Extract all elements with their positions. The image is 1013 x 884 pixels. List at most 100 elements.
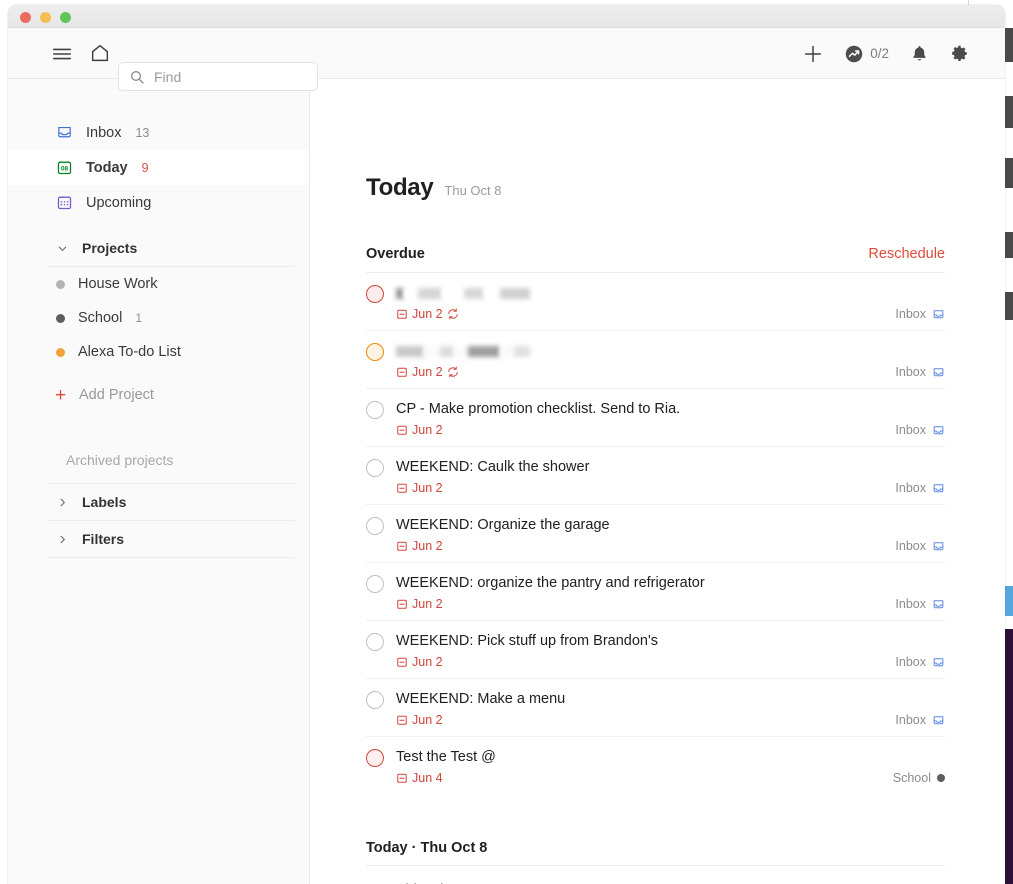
calendar-icon: [396, 714, 408, 726]
calendar-icon: [396, 540, 408, 552]
task-checkbox[interactable]: [366, 517, 384, 535]
task-checkbox[interactable]: [366, 575, 384, 593]
app-toolbar: 0/2: [8, 28, 1005, 91]
task-checkbox[interactable]: [366, 459, 384, 477]
task-body: WEEKEND: Organize the garage Jun 2: [396, 516, 945, 553]
calendar-icon: [396, 424, 408, 436]
home-icon[interactable]: [88, 41, 112, 65]
task-row[interactable]: CP - Make promotion checklist. Send to R…: [366, 388, 945, 446]
task-project-link[interactable]: Inbox: [895, 655, 945, 669]
due-date-label: Jun 2: [412, 307, 443, 321]
sidebar-project-school[interactable]: School 1: [8, 301, 309, 335]
group-label: Filters: [82, 531, 125, 547]
task-checkbox[interactable]: [366, 401, 384, 419]
sidebar-group-filters[interactable]: Filters: [8, 521, 309, 557]
hamburger-menu-icon[interactable]: [50, 42, 74, 66]
task-project-link[interactable]: Inbox: [895, 539, 945, 553]
task-row[interactable]: WEEKEND: Organize the garage Jun 2 Inbox: [366, 504, 945, 562]
redaction-block: [468, 345, 500, 357]
search-icon: [129, 69, 145, 85]
plus-icon[interactable]: [802, 43, 824, 65]
sidebar-projects-header[interactable]: Projects: [8, 230, 309, 266]
task-checkbox[interactable]: [366, 691, 384, 709]
task-body: Test the Test @ Jun 4: [396, 748, 945, 785]
task-due-date[interactable]: Jun 2: [396, 365, 443, 379]
task-due-date[interactable]: Jun 2: [396, 481, 443, 495]
task-project-link[interactable]: Inbox: [895, 481, 945, 495]
reschedule-button[interactable]: Reschedule: [868, 246, 945, 262]
search-input[interactable]: [154, 68, 307, 85]
sidebar-item-today[interactable]: 08 Today 9: [8, 150, 309, 185]
task-project-link[interactable]: School: [893, 771, 945, 785]
task-row[interactable]: Jun 2 Inbox: [366, 272, 945, 330]
sidebar-project-alexa-to-do-list[interactable]: Alexa To-do List: [8, 335, 309, 369]
task-row[interactable]: Jun 2 Inbox: [366, 330, 945, 388]
upcoming-calendar-icon: [56, 194, 73, 211]
project-label: Alexa To-do List: [78, 344, 181, 360]
task-project-label: Inbox: [895, 365, 926, 379]
svg-text:08: 08: [61, 166, 69, 173]
project-label: House Work: [78, 276, 158, 292]
task-due-date[interactable]: Jun 2: [396, 539, 443, 553]
inbox-icon: [932, 482, 945, 495]
archived-projects-link[interactable]: Archived projects: [8, 437, 309, 483]
calendar-icon: [396, 366, 408, 378]
productivity-chart-icon: [845, 45, 863, 63]
project-label: School: [78, 310, 123, 326]
window-close-button[interactable]: [20, 12, 31, 23]
task-project-link[interactable]: Inbox: [895, 597, 945, 611]
task-title: CP - Make promotion checklist. Send to R…: [396, 401, 681, 417]
due-date-label: Jun 2: [412, 423, 443, 437]
task-checkbox[interactable]: [366, 343, 384, 361]
task-meta: Jun 2: [396, 423, 945, 437]
task-due-date[interactable]: Jun 2: [396, 713, 443, 727]
task-due-date[interactable]: Jun 2: [396, 423, 443, 437]
window-maximize-button[interactable]: [60, 12, 71, 23]
task-checkbox[interactable]: [366, 285, 384, 303]
task-due-date[interactable]: Jun 2: [396, 655, 443, 669]
sidebar-item-inbox[interactable]: Inbox 13: [8, 115, 309, 150]
karma-count: 0/2: [870, 46, 889, 61]
chevron-right-icon: [56, 534, 68, 545]
task-row[interactable]: WEEKEND: Make a menu Jun 2 Inbox: [366, 678, 945, 736]
recurring-icon: [447, 308, 459, 320]
task-due-date[interactable]: Jun 4: [396, 771, 443, 785]
task-row[interactable]: WEEKEND: organize the pantry and refrige…: [366, 562, 945, 620]
task-due-date[interactable]: Jun 2: [396, 597, 443, 611]
add-project-button[interactable]: + Add Project: [8, 375, 309, 415]
task-due-date[interactable]: Jun 2: [396, 307, 443, 321]
calendar-icon: [396, 656, 408, 668]
task-row[interactable]: Test the Test @ Jun 4 School: [366, 736, 945, 794]
sidebar-project-house-work[interactable]: House Work: [8, 267, 309, 301]
sidebar-item-upcoming[interactable]: Upcoming: [8, 185, 309, 220]
window-minimize-button[interactable]: [40, 12, 51, 23]
karma-indicator[interactable]: 0/2: [845, 45, 889, 63]
redacted-task-title: [396, 284, 945, 302]
task-body: WEEKEND: organize the pantry and refrige…: [396, 574, 945, 611]
sidebar-group-labels[interactable]: Labels: [8, 484, 309, 520]
today-calendar-icon: 08: [56, 159, 73, 176]
task-row[interactable]: WEEKEND: Caulk the shower Jun 2 Inbox: [366, 446, 945, 504]
overdue-section-header: Overdue Reschedule: [366, 246, 945, 272]
task-checkbox[interactable]: [366, 749, 384, 767]
task-title: WEEKEND: organize the pantry and refrige…: [396, 575, 705, 591]
task-body: Jun 2: [396, 284, 945, 321]
task-project-link[interactable]: Inbox: [895, 365, 945, 379]
bell-icon[interactable]: [910, 44, 929, 63]
add-task-button[interactable]: + Add task: [366, 865, 945, 884]
task-row[interactable]: WEEKEND: Pick stuff up from Brandon's Jun…: [366, 620, 945, 678]
due-date-label: Jun 2: [412, 597, 443, 611]
task-project-link[interactable]: Inbox: [895, 713, 945, 727]
add-project-label: Add Project: [79, 387, 154, 403]
due-date-label: Jun 2: [412, 713, 443, 727]
task-project-link[interactable]: Inbox: [895, 307, 945, 321]
task-checkbox[interactable]: [366, 633, 384, 651]
redaction-block: [396, 287, 404, 299]
search-box[interactable]: [118, 62, 318, 91]
chevron-right-icon: [56, 497, 68, 508]
task-project-link[interactable]: Inbox: [895, 423, 945, 437]
task-title: Test the Test @: [396, 749, 496, 765]
gear-icon[interactable]: [950, 44, 969, 63]
page-header: Today Thu Oct 8: [366, 174, 945, 202]
page-title: Today: [366, 174, 434, 201]
